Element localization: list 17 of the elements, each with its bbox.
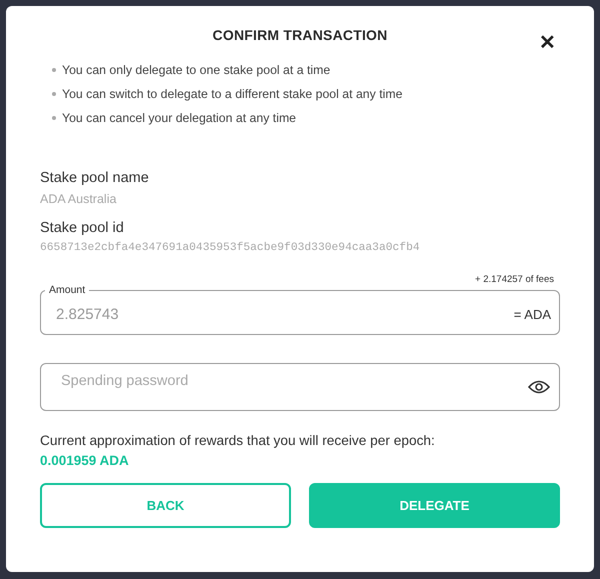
fees-note: + 2.174257 of fees	[474, 274, 555, 286]
note-text: You can switch to delegate to a different stake pool at any time	[62, 87, 402, 101]
note-text: You can cancel your delegation at any time	[62, 111, 296, 125]
rewards-text: Current approximation of rewards that you will receive per epoch:	[40, 433, 436, 448]
password-field[interactable]: Spending password	[40, 363, 560, 411]
field-value: 6658713e2cbfa4e347691a0435953f5acbe9f03d330e94caa3a0cfb4	[40, 242, 421, 254]
note-text: You can only delegate to one stake pool at a time	[62, 63, 330, 77]
currency-suffix: = ADA	[514, 306, 551, 322]
field-label: Stake pool name	[40, 170, 150, 186]
amount-field[interactable]: Amount 2.825743 = ADA	[40, 284, 560, 335]
close-button[interactable]: ✕	[539, 32, 556, 54]
amount-value: 2.825743	[56, 306, 119, 322]
field-label: Amount	[48, 284, 86, 296]
field-value: ADA Australia	[40, 192, 118, 206]
field-label: Stake pool id	[40, 220, 125, 236]
dialog-title: CONFIRM TRANSACTION	[212, 27, 388, 43]
rewards-value: 0.001959 ADA	[40, 453, 130, 468]
